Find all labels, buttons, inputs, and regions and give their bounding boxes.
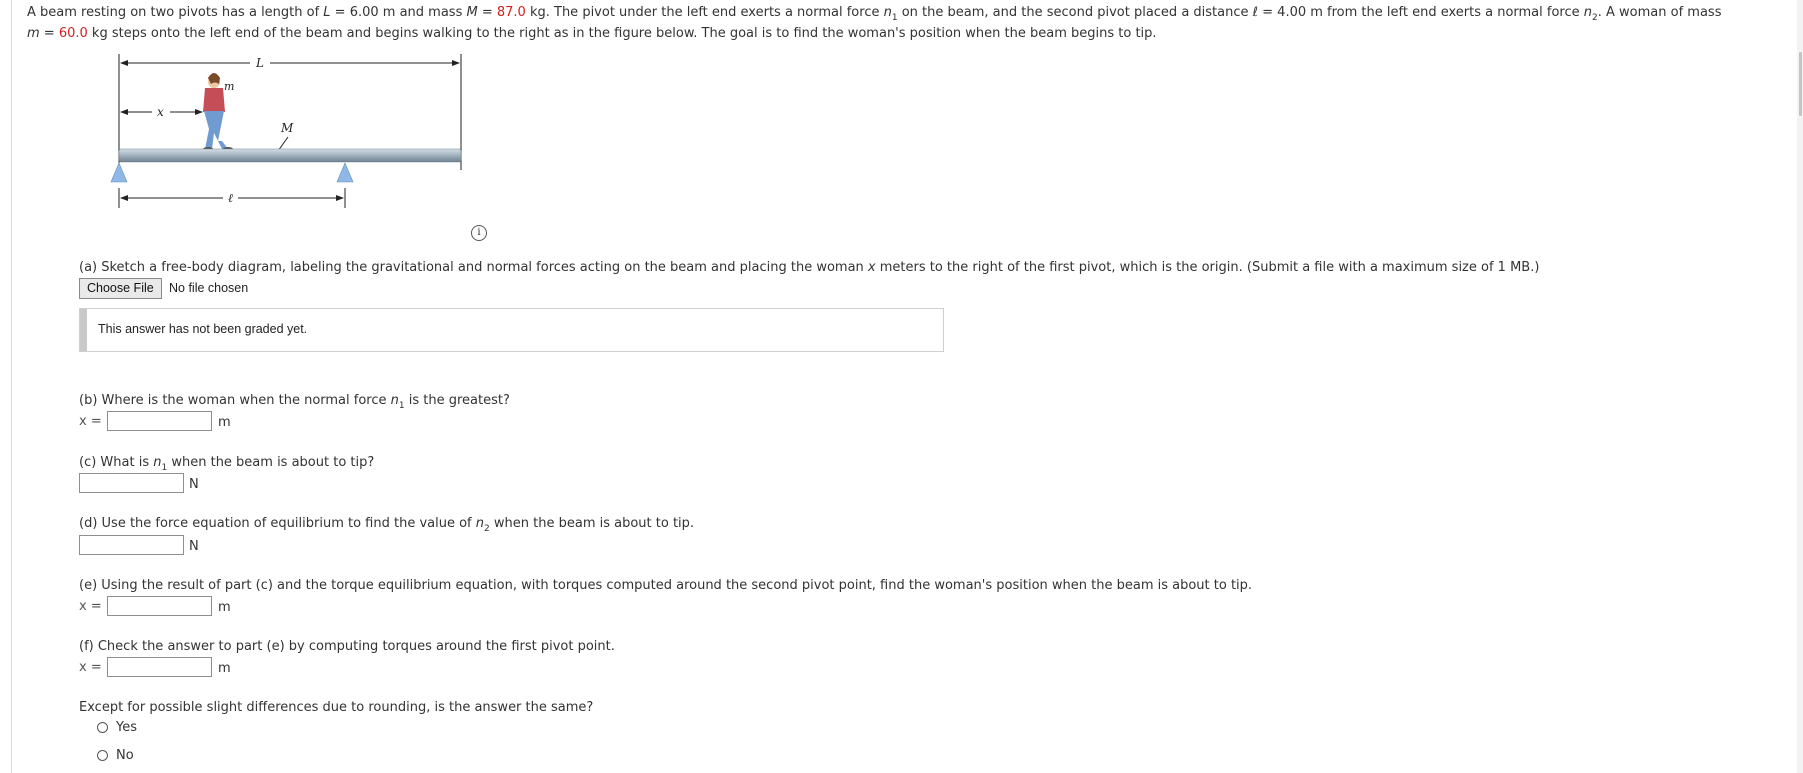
x-label: x = <box>79 414 102 429</box>
ell-dimension: ℓ <box>118 188 346 208</box>
radio-yes-circle[interactable] <box>97 722 108 733</box>
label-ell: ℓ <box>228 191 233 205</box>
content-frame-border <box>11 0 12 773</box>
part-d-answer-input[interactable] <box>79 535 184 555</box>
radio-no-label: No <box>116 748 134 763</box>
given-woman-mass: 60.0 <box>58 26 88 41</box>
part-a-question: (a) Sketch a free-body diagram, labeling… <box>79 260 1540 275</box>
page-scrollbar[interactable] <box>1797 0 1803 773</box>
label-L: L <box>255 56 264 70</box>
file-status: No file chosen <box>169 281 249 295</box>
choose-file-button[interactable]: Choose File <box>79 278 162 299</box>
label-M: M <box>280 121 294 135</box>
x-label: x = <box>79 599 102 614</box>
radio-yes-label: Yes <box>116 720 137 735</box>
radio-no-circle[interactable] <box>97 750 108 761</box>
unit-label: m <box>218 600 231 615</box>
part-b-question: (b) Where is the woman when the normal f… <box>79 393 510 411</box>
part-f-question: (f) Check the answer to part (e) by comp… <box>79 639 615 654</box>
unit-label: N <box>189 477 199 492</box>
beam <box>118 148 462 163</box>
graded-status-box: This answer has not been graded yet. <box>79 308 944 352</box>
woman-figure: m <box>203 73 234 151</box>
part-c-question: (c) What is n1 when the beam is about to… <box>79 455 375 473</box>
right-pivot <box>336 162 354 183</box>
info-icon[interactable]: i <box>471 225 487 241</box>
part-e-answer-input[interactable] <box>107 596 212 616</box>
label-m: m <box>224 80 234 93</box>
label-x: x <box>157 105 164 119</box>
x-dimension: x <box>120 105 203 119</box>
problem-statement: A beam resting on two pivots has a lengt… <box>27 5 1722 41</box>
unit-label: m <box>218 415 231 430</box>
part-f-answer-input[interactable] <box>107 657 212 677</box>
graded-status-text: This answer has not been graded yet. <box>98 322 308 336</box>
part-d-question: (d) Use the force equation of equilibriu… <box>79 516 695 534</box>
x-label: x = <box>79 660 102 675</box>
left-pivot <box>110 162 128 183</box>
unit-label: N <box>189 539 199 554</box>
part-e-question: (e) Using the result of part (c) and the… <box>79 578 1253 593</box>
beam-figure: L x m M ℓ <box>110 52 510 242</box>
part-b-answer-input[interactable] <box>107 411 212 431</box>
scrollbar-thumb[interactable] <box>1799 52 1802 116</box>
unit-label: m <box>218 661 231 676</box>
compare-question: Except for possible slight differences d… <box>79 700 594 715</box>
given-beam-mass: 87.0 <box>496 5 526 20</box>
part-c-answer-input[interactable] <box>79 473 184 493</box>
status-bar <box>80 309 87 351</box>
